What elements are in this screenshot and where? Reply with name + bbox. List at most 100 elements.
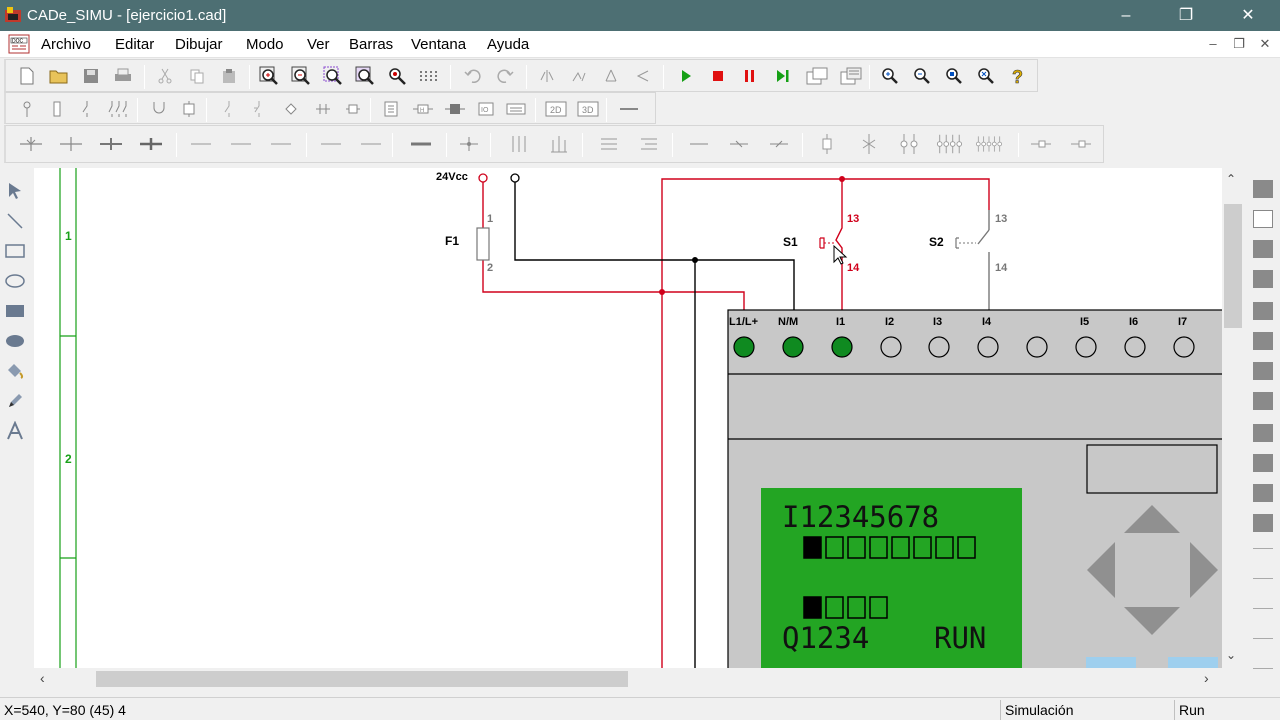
contact-no2-icon[interactable] xyxy=(98,132,124,156)
copy-icon[interactable] xyxy=(184,64,210,88)
fuse-icon[interactable] xyxy=(44,97,70,121)
stop-icon[interactable] xyxy=(705,64,731,88)
window-1-icon[interactable] xyxy=(804,64,830,88)
bus-3-icon[interactable] xyxy=(506,132,532,156)
plc-terminal-led[interactable] xyxy=(831,336,853,358)
cut-icon[interactable] xyxy=(152,64,178,88)
drawing-canvas[interactable]: 1 2 24Vcc F1 1 2 S1 13 14 S2 13 14 L1/L+… xyxy=(34,168,1222,668)
paste-icon[interactable] xyxy=(216,64,242,88)
plc-terminal-led[interactable] xyxy=(1124,336,1146,358)
contact-nc2-icon[interactable] xyxy=(138,132,164,156)
panel-13-icon[interactable] xyxy=(1253,548,1273,549)
zoom-4-icon[interactable] xyxy=(973,64,999,88)
new-file-icon[interactable] xyxy=(14,64,40,88)
power-supply-icon[interactable] xyxy=(14,97,40,121)
scroll-right-icon[interactable]: › xyxy=(1204,670,1209,686)
panel-10-icon[interactable] xyxy=(1253,454,1273,472)
bus-3b-icon[interactable] xyxy=(546,132,572,156)
plc-terminal-led[interactable] xyxy=(928,336,950,358)
wire-h3-icon[interactable] xyxy=(766,132,792,156)
rectangle-icon[interactable] xyxy=(4,240,26,262)
rotate-back-icon[interactable] xyxy=(630,64,656,88)
menu-ayuda[interactable]: Ayuda xyxy=(487,36,529,53)
plc-terminal-led[interactable] xyxy=(1075,336,1097,358)
panel-3-icon[interactable] xyxy=(1253,240,1273,258)
terminal-icon[interactable] xyxy=(814,132,840,156)
line-thick-icon[interactable] xyxy=(408,132,434,156)
mdi-minimize-icon[interactable]: – xyxy=(1204,36,1222,52)
plc-blue-key-1[interactable] xyxy=(1086,657,1136,668)
terminal-2-icon[interactable] xyxy=(856,132,882,156)
plc-terminal-led[interactable] xyxy=(733,336,755,358)
text-tool-icon[interactable] xyxy=(4,420,26,442)
end-1-icon[interactable] xyxy=(1028,132,1054,156)
plc-terminal-led[interactable] xyxy=(977,336,999,358)
menu-ventana[interactable]: Ventana xyxy=(411,36,466,53)
zoom-1-icon[interactable] xyxy=(877,64,903,88)
coil-icon[interactable]: H xyxy=(410,97,436,121)
transformer-icon[interactable] xyxy=(340,97,366,121)
line-4-icon[interactable] xyxy=(318,132,344,156)
pushbutton-s1[interactable] xyxy=(819,216,843,254)
menu-barras[interactable]: Barras xyxy=(349,36,393,53)
panel-14-icon[interactable] xyxy=(1253,578,1273,579)
panel-15-icon[interactable] xyxy=(1253,608,1273,609)
scroll-left-icon[interactable]: ‹ xyxy=(40,670,45,686)
motor-icon[interactable] xyxy=(146,97,172,121)
plc-terminal-led[interactable] xyxy=(782,336,804,358)
panel-11-icon[interactable] xyxy=(1253,484,1273,502)
fill-bucket-icon[interactable] xyxy=(4,360,26,382)
terminal-5-icon[interactable] xyxy=(976,132,1002,156)
3d-icon[interactable]: 3D xyxy=(575,97,601,121)
panel-6-icon[interactable] xyxy=(1253,332,1273,350)
terminal-3-icon[interactable] xyxy=(896,132,922,156)
zoom-window-icon[interactable] xyxy=(320,64,346,88)
switch-icon[interactable] xyxy=(74,97,100,121)
zoom-all-icon[interactable] xyxy=(384,64,410,88)
counter-icon[interactable]: IO xyxy=(473,97,499,121)
plc-terminal-led[interactable] xyxy=(1173,336,1195,358)
menu-editar[interactable]: Editar xyxy=(115,36,154,53)
bus-h-icon[interactable] xyxy=(596,132,622,156)
play-icon[interactable] xyxy=(673,64,699,88)
wire-icon[interactable] xyxy=(616,97,642,121)
pause-icon[interactable] xyxy=(737,64,763,88)
panel-5-icon[interactable] xyxy=(1253,302,1273,320)
grid-icon[interactable] xyxy=(416,64,442,88)
step-icon[interactable] xyxy=(770,64,796,88)
scroll-up-icon[interactable]: ⌃ xyxy=(1226,172,1236,186)
contact-no-icon[interactable] xyxy=(18,132,44,156)
vertical-scroll-thumb[interactable] xyxy=(1224,204,1242,328)
panel-9-icon[interactable] xyxy=(1253,424,1273,442)
menu-ver[interactable]: Ver xyxy=(307,36,330,53)
panel-8-icon[interactable] xyxy=(1253,392,1273,410)
switch-nc-icon[interactable] xyxy=(246,97,272,121)
undo-icon[interactable] xyxy=(460,64,486,88)
maximize-button[interactable]: ❐ xyxy=(1163,0,1209,31)
rotate-icon[interactable] xyxy=(598,64,624,88)
zoom-2-icon[interactable] xyxy=(909,64,935,88)
mdi-close-icon[interactable]: ✕ xyxy=(1256,36,1274,52)
vertical-scrollbar[interactable]: ⌃ ⌄ xyxy=(1222,168,1244,668)
horizontal-scroll-thumb[interactable] xyxy=(96,671,628,687)
plc-module[interactable] xyxy=(727,309,1222,668)
menu-modo[interactable]: Modo xyxy=(246,36,284,53)
2d-icon[interactable]: 2D xyxy=(543,97,569,121)
timer-icon[interactable] xyxy=(442,97,468,121)
plc-icon[interactable] xyxy=(503,97,529,121)
plc-terminal-led[interactable] xyxy=(880,336,902,358)
panel-7-icon[interactable] xyxy=(1253,362,1273,380)
filled-ellipse-icon[interactable] xyxy=(4,330,26,352)
zoom-3-icon[interactable] xyxy=(941,64,967,88)
panel-2-icon[interactable] xyxy=(1253,210,1273,228)
save-icon[interactable] xyxy=(78,64,104,88)
redo-icon[interactable] xyxy=(492,64,518,88)
diode-icon[interactable] xyxy=(278,97,304,121)
panel-4-icon[interactable] xyxy=(1253,270,1273,288)
open-folder-icon[interactable] xyxy=(46,64,72,88)
mirror-v-icon[interactable] xyxy=(566,64,592,88)
line-3-icon[interactable] xyxy=(268,132,294,156)
filled-rect-icon[interactable] xyxy=(4,300,26,322)
line-1-icon[interactable] xyxy=(188,132,214,156)
fuse-body[interactable] xyxy=(476,227,490,261)
